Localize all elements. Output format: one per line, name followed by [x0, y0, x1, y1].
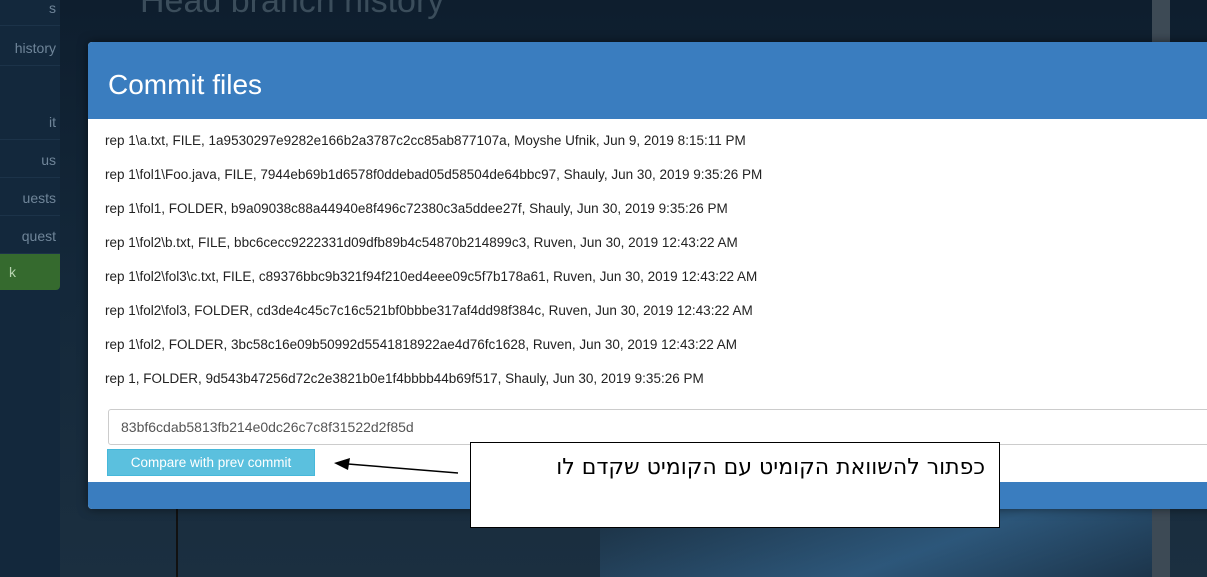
list-item: rep 1\fol2\fol3, FOLDER, cd3de4c45c7c16c… [105, 303, 753, 318]
commit-sha-input[interactable] [108, 409, 1207, 445]
sidebar-item[interactable]: s [0, 0, 60, 26]
sidebar-item[interactable]: quest [0, 218, 60, 254]
sidebar-item[interactable]: history [0, 30, 60, 66]
compare-with-prev-commit-button[interactable]: Compare with prev commit [107, 449, 315, 476]
modal-header: Commit files [88, 42, 1207, 119]
background-page-title: Head branch history [140, 0, 445, 20]
sidebar-item[interactable]: uests [0, 180, 60, 216]
list-item: rep 1\a.txt, FILE, 1a9530297e9282e166b2a… [105, 133, 746, 148]
list-item: rep 1, FOLDER, 9d543b47256d72c2e3821b0e1… [105, 371, 704, 386]
sidebar-item-active[interactable]: k [0, 254, 60, 290]
list-item: rep 1\fol1\Foo.java, FILE, 7944eb69b1d65… [105, 167, 763, 182]
sidebar-item[interactable]: us [0, 142, 60, 178]
background-divider [176, 505, 178, 577]
commit-files-modal: Commit files rep 1\a.txt, FILE, 1a953029… [88, 42, 1207, 509]
list-item: rep 1\fol2\fol3\c.txt, FILE, c89376bbc9b… [105, 269, 758, 284]
sidebar-item[interactable]: it [0, 104, 60, 140]
modal-title: Commit files [108, 69, 263, 100]
annotation-arrow-icon [334, 458, 459, 474]
list-item: rep 1\fol2, FOLDER, 3bc58c16e09b50992d55… [105, 337, 737, 352]
list-item: rep 1\fol1, FOLDER, b9a09038c88a44940e8f… [105, 201, 728, 216]
annotation-callout: כפתור להשוואת הקומיט עם הקומיט שקדם לו [470, 442, 1000, 528]
file-list: rep 1\a.txt, FILE, 1a9530297e9282e166b2a… [105, 131, 762, 403]
list-item: rep 1\fol2\b.txt, FILE, bbc6cecc9222331d… [105, 235, 738, 250]
